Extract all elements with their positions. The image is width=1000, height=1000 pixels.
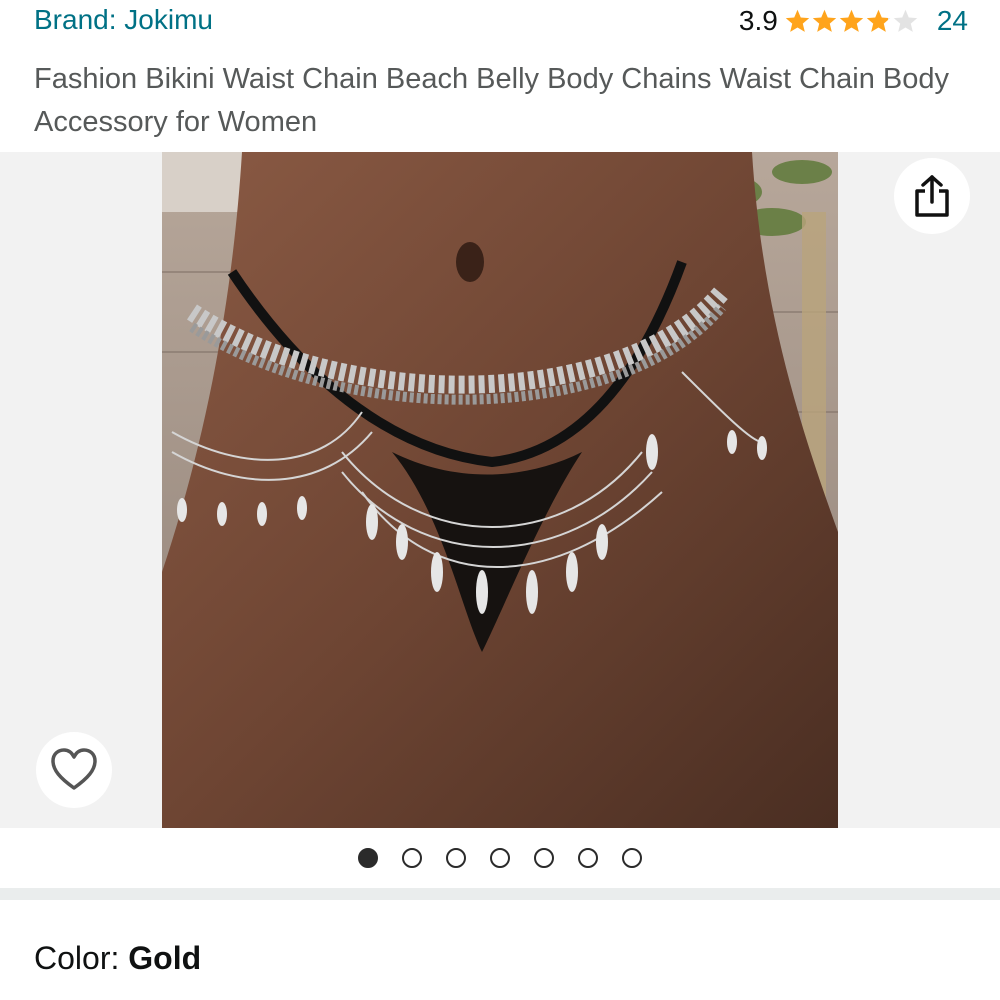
pagination-dot[interactable]	[358, 848, 378, 868]
pagination-dot[interactable]	[490, 848, 510, 868]
pagination-dot[interactable]	[446, 848, 466, 868]
image-pagination	[0, 846, 1000, 870]
rating-summary[interactable]: 3.9 24	[739, 4, 968, 38]
rating-value: 3.9	[738, 5, 778, 36]
rating-count-link[interactable]: 24	[937, 5, 968, 37]
heart-icon	[51, 748, 97, 790]
product-image[interactable]	[162, 152, 838, 828]
add-to-wishlist-button[interactable]	[36, 732, 112, 808]
pagination-dot[interactable]	[402, 848, 422, 868]
header-row: Brand: Jokimu 3.9 24	[0, 0, 1000, 44]
share-button[interactable]	[894, 158, 970, 234]
star-icon	[893, 9, 918, 32]
star-icon	[785, 9, 810, 32]
color-label: Color:	[34, 940, 129, 976]
product-title: Fashion Bikini Waist Chain Beach Belly B…	[34, 63, 949, 138]
color-value: Gold	[128, 940, 202, 976]
product-photo-illustration	[162, 152, 838, 828]
section-divider	[0, 888, 1000, 900]
star-icon	[866, 9, 891, 32]
star-icon	[839, 9, 864, 32]
share-icon	[915, 175, 949, 217]
pagination-dot[interactable]	[534, 848, 554, 868]
pagination-dot[interactable]	[578, 848, 598, 868]
image-gallery[interactable]	[0, 152, 1000, 828]
star-icon	[812, 9, 837, 32]
star-rating	[784, 8, 919, 35]
color-selection: Color: Gold	[34, 940, 201, 977]
brand-link[interactable]: Brand: Jokimu	[34, 4, 213, 36]
pagination-dot[interactable]	[622, 848, 642, 868]
